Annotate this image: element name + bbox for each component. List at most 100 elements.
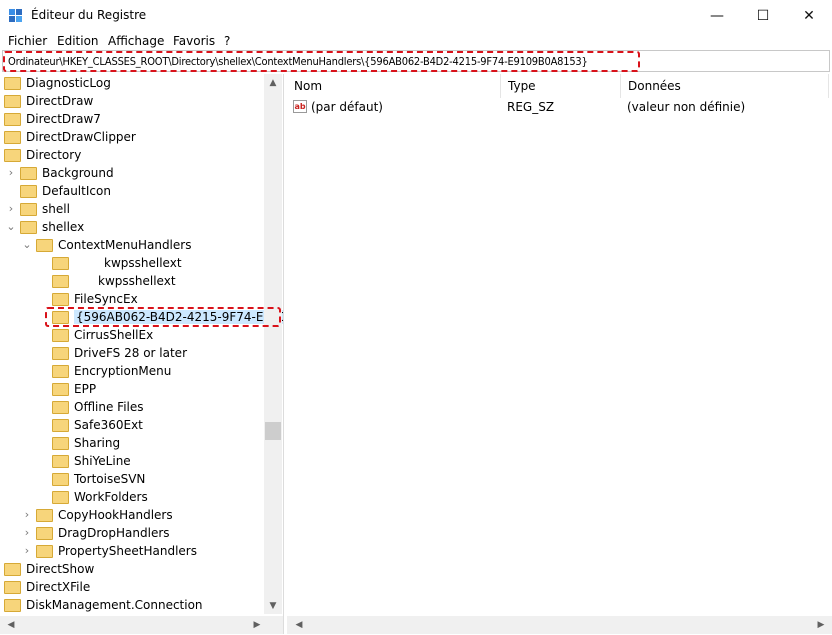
tree-vertical-scrollbar[interactable] xyxy=(264,74,282,614)
folder-icon xyxy=(52,382,69,396)
folder-icon xyxy=(4,598,21,612)
tree-item[interactable]: DirectShow xyxy=(4,560,94,578)
window-title: Éditeur du Registre xyxy=(31,8,147,22)
value-name[interactable]: (par défaut) xyxy=(311,98,383,116)
tree-item[interactable]: DragDropHandlers xyxy=(36,524,170,542)
tree-item[interactable]: CirrusShellEx xyxy=(52,326,153,344)
minimize-button[interactable]: — xyxy=(694,0,740,32)
tree-item[interactable]: shell xyxy=(20,200,70,218)
tree-item[interactable]: DirectDraw7 xyxy=(4,110,101,128)
tree-item[interactable]: CopyHookHandlers xyxy=(36,506,173,524)
tree-item[interactable]: DirectDrawClipper xyxy=(4,128,136,146)
folder-icon xyxy=(36,544,53,558)
column-header-type[interactable]: Type xyxy=(501,74,621,98)
scroll-up-icon[interactable]: ▲ xyxy=(264,75,282,91)
tree-item-label: kwpsshellext xyxy=(104,256,182,270)
column-header-data[interactable]: Données xyxy=(621,74,829,98)
chevron-right-icon[interactable]: › xyxy=(22,542,32,560)
tree-item[interactable]: Sharing xyxy=(52,434,120,452)
registry-editor-icon xyxy=(9,9,22,22)
tree-item-label: DirectDraw xyxy=(26,94,94,108)
column-header-name[interactable]: Nom xyxy=(287,74,501,98)
tree-item[interactable]: shellex xyxy=(20,218,84,236)
chevron-right-icon[interactable]: › xyxy=(6,164,16,182)
folder-icon xyxy=(4,130,21,144)
folder-icon xyxy=(52,274,69,288)
tree-item[interactable]: DefaultIcon xyxy=(20,182,111,200)
tree-item[interactable]: WorkFolders xyxy=(52,488,148,506)
folder-icon xyxy=(52,436,69,450)
values-pane: Nom Type Données ab (par défaut) REG_SZ … xyxy=(287,74,832,634)
tree-item[interactable]: DirectXFile xyxy=(4,578,90,596)
chevron-right-icon[interactable]: › xyxy=(22,506,32,524)
menu-fichier[interactable]: Fichier xyxy=(8,34,47,48)
tree-item[interactable]: ShiYeLine xyxy=(52,452,131,470)
menu-edition[interactable]: Edition xyxy=(57,34,99,48)
scroll-right-icon[interactable]: ▶ xyxy=(248,617,266,633)
value-data: (valeur non définie) xyxy=(627,100,746,114)
tree-item[interactable]: Offline Files xyxy=(52,398,144,416)
tree-item[interactable]: DiagnosticLog xyxy=(4,74,111,92)
folder-icon xyxy=(4,76,21,90)
tree-item[interactable]: PropertySheetHandlers xyxy=(36,542,197,560)
tree-item-label: ShiYeLine xyxy=(74,454,131,468)
tree-item[interactable]: DirectDraw xyxy=(4,92,93,110)
key-tree: DiagnosticLog DirectDraw DirectDraw7 Direct… xyxy=(0,74,284,634)
tree-item-label: Sharing xyxy=(74,436,121,450)
folder-icon xyxy=(4,562,21,576)
folder-icon xyxy=(4,112,21,126)
scroll-left-icon[interactable]: ◀ xyxy=(2,617,20,633)
maximize-button[interactable]: ☐ xyxy=(740,0,786,32)
menu-affichage[interactable]: Affichage xyxy=(108,34,164,48)
tree-item[interactable]: TortoiseSVN xyxy=(52,470,145,488)
folder-icon xyxy=(36,508,53,522)
tree-item[interactable]: kwpsshellext xyxy=(52,272,176,290)
folder-icon xyxy=(52,256,69,270)
tree-item-label: WorkFolders xyxy=(74,490,148,504)
tree-item[interactable]: {596AB062-B4D2-4215-9F74-E9109B0A8153} xyxy=(52,308,283,326)
menu-help[interactable]: ? xyxy=(224,34,230,48)
tree-item[interactable]: FileSyncEx xyxy=(52,290,138,308)
tree-item-label: DirectDraw7 xyxy=(26,112,101,126)
tree-item-label: PropertySheetHandlers xyxy=(58,544,197,558)
tree-item[interactable]: Safe360Ext xyxy=(52,416,143,434)
tree-item[interactable]: Background xyxy=(20,164,114,182)
tree-item[interactable]: kwpsshellext xyxy=(52,254,182,272)
chevron-down-icon[interactable]: ⌄ xyxy=(22,236,32,254)
close-button[interactable]: ✕ xyxy=(786,0,832,32)
folder-icon xyxy=(52,328,69,342)
tree-item-label: CopyHookHandlers xyxy=(58,508,173,522)
tree-item-label: DirectShow xyxy=(26,562,95,576)
chevron-right-icon[interactable]: › xyxy=(22,524,32,542)
tree-item[interactable]: Directory xyxy=(4,146,81,164)
chevron-right-icon[interactable]: › xyxy=(6,200,16,218)
chevron-down-icon[interactable]: ⌄ xyxy=(6,218,16,236)
tree-horizontal-scrollbar[interactable] xyxy=(0,616,283,634)
tree-item[interactable]: DriveFS 28 or later xyxy=(52,344,187,362)
title-bar: Éditeur du Registre — ☐ ✕ xyxy=(0,0,832,32)
folder-icon xyxy=(4,94,21,108)
value-type: REG_SZ xyxy=(507,100,555,114)
values-scroll-left-icon[interactable]: ◀ xyxy=(290,617,308,633)
values-horizontal-scrollbar[interactable] xyxy=(287,616,832,634)
scroll-down-icon[interactable]: ▼ xyxy=(264,598,282,614)
address-bar[interactable]: Ordinateur\HKEY_CLASSES_ROOT\Directory\s… xyxy=(2,50,830,72)
tree-item-label: DefaultIcon xyxy=(42,184,111,198)
tree-item[interactable]: ContextMenuHandlers xyxy=(36,236,191,254)
tree-item[interactable]: EPP xyxy=(52,380,96,398)
tree-scroll-thumb[interactable] xyxy=(265,422,281,440)
folder-icon xyxy=(52,454,69,468)
tree-item[interactable]: DiskManagement.Connection xyxy=(4,596,203,614)
tree-item-label: Background xyxy=(42,166,114,180)
folder-icon xyxy=(36,238,53,252)
folder-icon xyxy=(4,580,21,594)
folder-icon xyxy=(20,202,37,216)
tree-item[interactable]: EncryptionMenu xyxy=(52,362,171,380)
tree-item-label: ContextMenuHandlers xyxy=(58,238,192,252)
tree-item-label: shell xyxy=(42,202,70,216)
tree-item-label: {596AB062-B4D2-4215-9F74-E9109B0A8153} xyxy=(74,310,283,324)
values-scroll-right-icon[interactable]: ▶ xyxy=(812,617,830,633)
folder-icon xyxy=(52,490,69,504)
menu-favoris[interactable]: Favoris xyxy=(173,34,215,48)
folder-icon xyxy=(52,472,69,486)
